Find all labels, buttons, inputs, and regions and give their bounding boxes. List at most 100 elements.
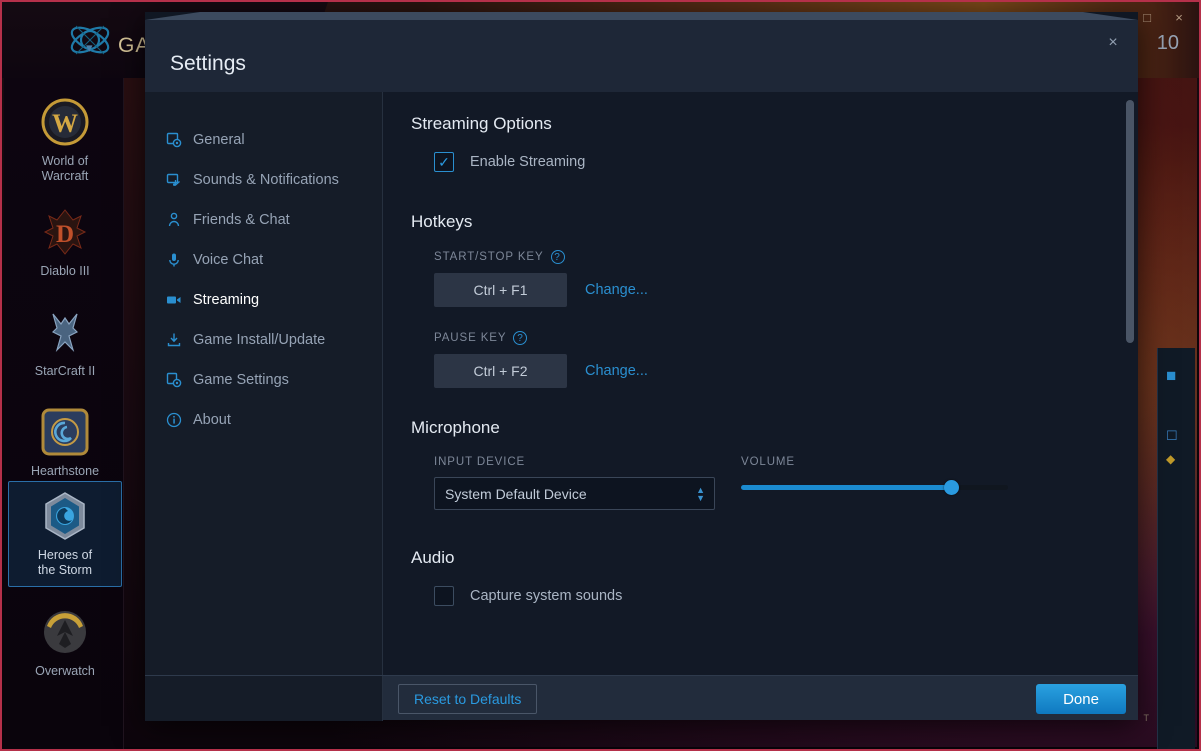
input-device-value: System Default Device [445,485,587,502]
start-stop-change-link[interactable]: Change... [585,282,648,298]
pause-key-value[interactable]: Ctrl + F2 [434,354,567,388]
download-icon [165,332,182,349]
slider-fill [741,484,952,490]
sidebar-item-game-settings[interactable]: Game Settings [145,360,382,400]
input-device-select[interactable]: System Default Device ▲ ▼ [434,477,715,510]
enable-streaming-label: Enable Streaming [470,154,586,170]
sidebar-item-sounds-notifications[interactable]: Sounds & Notifications [145,160,382,200]
game-list-rail: W World of Warcraft D Diablo III StarCraf… [4,78,124,749]
general-icon [165,132,182,149]
input-device-column: INPUT DEVICE System Default Device ▲ ▼ [434,456,741,510]
section-title-hotkeys: Hotkeys [411,212,473,231]
pause-hotkey-group: PAUSE KEY ? Ctrl + F2 Change... [434,331,1098,388]
game-item-diablo-iii[interactable]: D Diablo III [8,206,122,279]
wow-icon: W [41,98,89,146]
sidebar-item-voice-chat[interactable]: Voice Chat [145,240,382,280]
sidebar-item-general[interactable]: General [145,120,382,160]
capture-system-sounds-label: Capture system sounds [470,588,623,604]
sidebar-item-friends-chat[interactable]: Friends & Chat [145,200,382,240]
game-item-overwatch[interactable]: Overwatch [8,606,122,679]
game-label: Overwatch [35,664,95,678]
start-stop-key-label: START/STOP KEY [434,251,544,263]
close-icon[interactable]: × [1100,30,1126,56]
pause-key-row: Ctrl + F2 Change... [434,354,1098,388]
settings-content-panel: Streaming Options ✓ Enable Streaming Hot… [383,92,1138,675]
sidebar-item-label: Voice Chat [193,252,264,268]
start-stop-key-label-row: START/STOP KEY ? [434,250,1098,264]
game-item-hearthstone[interactable]: Hearthstone [8,406,122,479]
dialog-body: General Sounds & Notifications Friends &… [145,92,1138,710]
slider-knob[interactable] [944,479,960,495]
microphone-icon [165,252,182,269]
done-button[interactable]: Done [1036,684,1126,714]
game-item-world-of-warcraft[interactable]: W World of Warcraft [8,96,122,184]
page-title: Settings [170,52,246,75]
sidebar-item-streaming[interactable]: Streaming [145,280,382,320]
sounds-icon [165,172,182,189]
game-label: StarCraft II [34,364,96,378]
hearthstone-icon [41,408,89,456]
notification-counter: 10 [1156,32,1179,54]
start-stop-key-row: Ctrl + F1 Change... [434,273,1098,307]
starcraft2-icon [51,313,79,353]
video-camera-icon [165,292,182,309]
section-title-audio: Audio [411,548,455,567]
overwatch-icon [44,611,86,653]
checkmark-icon: ✓ [438,154,450,170]
sidebar-item-label: Streaming [193,292,260,308]
svg-text:W: W [52,109,78,138]
chevron-down-icon[interactable]: ▾ [86,40,93,56]
pause-key-label-row: PAUSE KEY ? [434,331,1098,345]
sidebar-item-about[interactable]: About [145,400,382,440]
help-icon[interactable]: ? [550,250,565,264]
artwork-trademark: T [1143,713,1150,723]
panel-icon-primary: ■ [1166,366,1177,385]
game-label: Heroes of the Storm [37,548,93,577]
close-button[interactable]: × [1165,6,1193,28]
volume-label: VOLUME [741,456,795,468]
sidebar-item-label: Game Install/Update [193,332,326,348]
game-label: Hearthstone [30,464,100,478]
game-item-heroes-of-the-storm[interactable]: Heroes of the Storm [8,481,122,587]
friends-icon [165,212,182,229]
game-settings-icon [165,372,182,389]
sidebar-item-label: About [193,412,231,428]
help-icon[interactable]: ? [513,331,528,345]
settings-sidebar: General Sounds & Notifications Friends &… [145,92,383,710]
scrollbar-thumb[interactable] [1126,100,1134,343]
capture-system-sounds-checkbox[interactable] [434,586,454,606]
content-scrollbar[interactable] [1126,97,1134,670]
sidebar-item-label: General [193,132,245,148]
game-label: Diablo III [40,264,90,278]
dialog-footer: Reset to Defaults Done [145,675,1138,721]
side-info-panel: ■ ☐ ◆ [1157,348,1195,749]
section-title-microphone: Microphone [411,418,500,437]
section-title-streaming-options: Streaming Options [411,114,552,133]
pause-key-label: PAUSE KEY [434,332,507,344]
panel-icon-secondary: ☐ [1166,428,1178,443]
screen-root: ▾ GAMES − □ × 10 W World ofWarcraft [0,0,1201,751]
sidebar-item-game-install-update[interactable]: Game Install/Update [145,320,382,360]
sidebar-item-label: Game Settings [193,372,289,388]
pause-change-link[interactable]: Change... [585,363,648,379]
heroes-icon [45,492,85,540]
sidebar-item-label: Sounds & Notifications [193,172,339,188]
volume-slider[interactable] [741,477,1008,497]
svg-text:D: D [56,221,74,248]
game-item-starcraft-ii[interactable]: StarCraft II [8,306,122,379]
dialog-header: Settings × [145,20,1138,92]
dialog-top-accent-strip [145,12,1138,20]
game-label: World of Warcraft [41,154,89,183]
start-stop-hotkey-group: START/STOP KEY ? Ctrl + F1 Change... [434,250,1098,307]
capture-system-sounds-row: Capture system sounds [434,586,1098,606]
enable-streaming-checkbox[interactable]: ✓ [434,152,454,172]
sidebar-item-label: Friends & Chat [193,212,290,228]
stepper-arrows-icon: ▲ ▼ [696,484,705,503]
info-icon [165,412,182,429]
volume-column: VOLUME [741,456,1008,510]
settings-dialog: Settings × General Sounds & Notification… [145,12,1138,721]
microphone-controls-row: INPUT DEVICE System Default Device ▲ ▼ VO… [434,456,1098,510]
reset-to-defaults-button[interactable]: Reset to Defaults [398,684,538,714]
start-stop-key-value[interactable]: Ctrl + F1 [434,273,567,307]
footer-left-panel [145,676,383,721]
